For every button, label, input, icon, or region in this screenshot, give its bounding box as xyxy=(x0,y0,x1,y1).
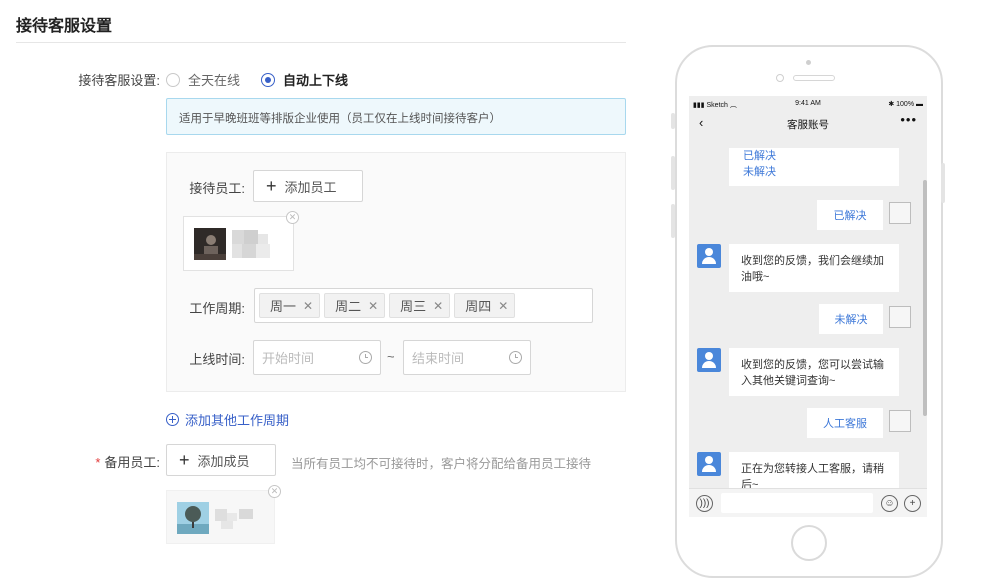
my-avatar xyxy=(889,306,911,328)
add-member-label: 添加成员 xyxy=(197,453,250,469)
phone-screen: ▮▮▮ Sketch ︵ 9:41 AM ✱ 100% ▬ ‹ 客服账号 •••… xyxy=(689,96,927,517)
add-staff-label: 添加员工 xyxy=(284,179,337,195)
backup-staff-label: * 备用员工: xyxy=(60,452,160,471)
day-tag-label: 周一 xyxy=(270,299,297,314)
remove-tag-close-icon[interactable]: ✕ xyxy=(498,299,508,313)
info-notice: 适用于早晚班班等排版企业使用（员工仅在上线时间接待客户） xyxy=(166,98,626,135)
remove-tag-close-icon[interactable]: ✕ xyxy=(368,299,378,313)
chat-bubble-options: 已解决 未解决 xyxy=(729,148,899,186)
page-title: 接待客服设置 xyxy=(16,18,113,35)
day-tag: 周一 ✕ xyxy=(259,293,321,318)
title-divider xyxy=(16,42,626,43)
chat-scrollbar[interactable] xyxy=(923,180,927,416)
staff-member-card xyxy=(183,216,294,271)
chat-nav-bar: ‹ 客服账号 ••• xyxy=(689,112,927,136)
backup-hint: 当所有员工均不可接待时，客户将分配给备用员工接待 xyxy=(291,457,592,471)
emoji-icon[interactable]: ☺ xyxy=(881,495,898,512)
option-unresolved-link[interactable]: 未解决 xyxy=(743,164,885,180)
required-mark: * xyxy=(95,455,101,470)
add-work-cycle-label: 添加其他工作周期 xyxy=(185,413,290,428)
end-time-placeholder: 结束时间 xyxy=(412,351,465,366)
plus-icon: + xyxy=(179,450,190,470)
staff-avatar xyxy=(194,228,226,260)
radio-circle-selected xyxy=(261,72,275,87)
radio-label: 自动上下线 xyxy=(283,73,349,88)
phone-sensor xyxy=(806,60,811,65)
clock-icon xyxy=(509,351,522,364)
phone-side-button xyxy=(941,163,945,203)
phone-side-button xyxy=(671,113,675,129)
chat-title: 客服账号 xyxy=(787,119,829,131)
backup-staff-label-text: 备用员工: xyxy=(104,455,160,470)
radio-circle xyxy=(166,72,180,87)
add-staff-button[interactable]: + 添加员工 xyxy=(253,170,363,202)
chat-bubble-sent: 未解决 xyxy=(819,304,883,334)
status-bar: ▮▮▮ Sketch ︵ 9:41 AM ✱ 100% ▬ xyxy=(689,96,927,112)
remove-tag-close-icon[interactable]: ✕ xyxy=(303,299,313,313)
work-cycle-label: 工作周期: xyxy=(189,301,245,316)
remove-backup-close-icon[interactable]: ✕ xyxy=(268,485,281,498)
battery-label: 100% xyxy=(896,101,915,108)
staff-label: 接待员工: xyxy=(189,181,245,196)
phone-side-button xyxy=(671,156,675,190)
phone-speaker xyxy=(793,75,835,81)
backup-avatar xyxy=(177,502,209,534)
add-icon[interactable]: + xyxy=(904,495,921,512)
status-battery: ✱ 100% ▬ xyxy=(888,101,923,108)
online-time-label: 上线时间: xyxy=(189,352,245,367)
plus-icon: + xyxy=(266,176,277,196)
phone-home-button xyxy=(791,525,827,561)
day-tag-label: 周三 xyxy=(400,299,427,314)
day-tag: 周三 ✕ xyxy=(389,293,451,318)
day-tag: 周四 ✕ xyxy=(454,293,516,318)
voice-icon[interactable]: ))) xyxy=(696,495,713,512)
day-tag-label: 周二 xyxy=(335,299,362,314)
phone-side-button xyxy=(671,204,675,238)
start-time-placeholder: 开始时间 xyxy=(262,351,315,366)
phone-camera xyxy=(776,74,784,82)
more-icon[interactable]: ••• xyxy=(900,112,917,127)
radio-auto-online-offline[interactable]: 自动上下线 xyxy=(261,70,348,89)
add-work-cycle-link[interactable]: 添加其他工作周期 xyxy=(166,410,289,429)
work-cycle-select[interactable]: 周一 ✕ 周二 ✕ 周三 ✕ 周四 ✕ xyxy=(254,288,593,323)
service-avatar-icon xyxy=(697,452,721,476)
blurred-name-image xyxy=(232,230,270,258)
backup-member-card xyxy=(166,490,275,544)
day-tag-label: 周四 xyxy=(465,299,492,314)
clock-icon xyxy=(359,351,372,364)
start-time-input[interactable]: 开始时间 xyxy=(253,340,381,375)
day-tag: 周二 ✕ xyxy=(324,293,386,318)
chat-text-input[interactable] xyxy=(721,493,873,513)
radio-label: 全天在线 xyxy=(188,73,241,88)
remove-staff-close-icon[interactable]: ✕ xyxy=(286,211,299,224)
chat-bubble-reply: 收到您的反馈，我们会继续加油哦~ xyxy=(729,244,899,292)
remove-tag-close-icon[interactable]: ✕ xyxy=(433,299,443,313)
add-member-button[interactable]: + 添加成员 xyxy=(166,444,276,476)
reception-mode-label: 接待客服设置: xyxy=(78,73,160,88)
end-time-input[interactable]: 结束时间 xyxy=(403,340,531,375)
option-resolved-link[interactable]: 已解决 xyxy=(743,148,885,164)
my-avatar xyxy=(889,410,911,432)
service-avatar-icon xyxy=(697,244,721,268)
time-range-separator: ~ xyxy=(387,349,395,364)
chat-input-bar: ))) ☺ + xyxy=(689,488,927,517)
chat-bubble-sent: 人工客服 xyxy=(807,408,883,438)
blurred-name-image xyxy=(215,509,253,529)
my-avatar xyxy=(889,202,911,224)
plus-circle-icon xyxy=(166,413,179,426)
radio-all-day-online[interactable]: 全天在线 xyxy=(166,70,240,89)
service-avatar-icon xyxy=(697,348,721,372)
chat-bubble-sent: 已解决 xyxy=(817,200,883,230)
chat-bubble-reply: 收到您的反馈，您可以尝试输入其他关键词查询~ xyxy=(729,348,899,396)
